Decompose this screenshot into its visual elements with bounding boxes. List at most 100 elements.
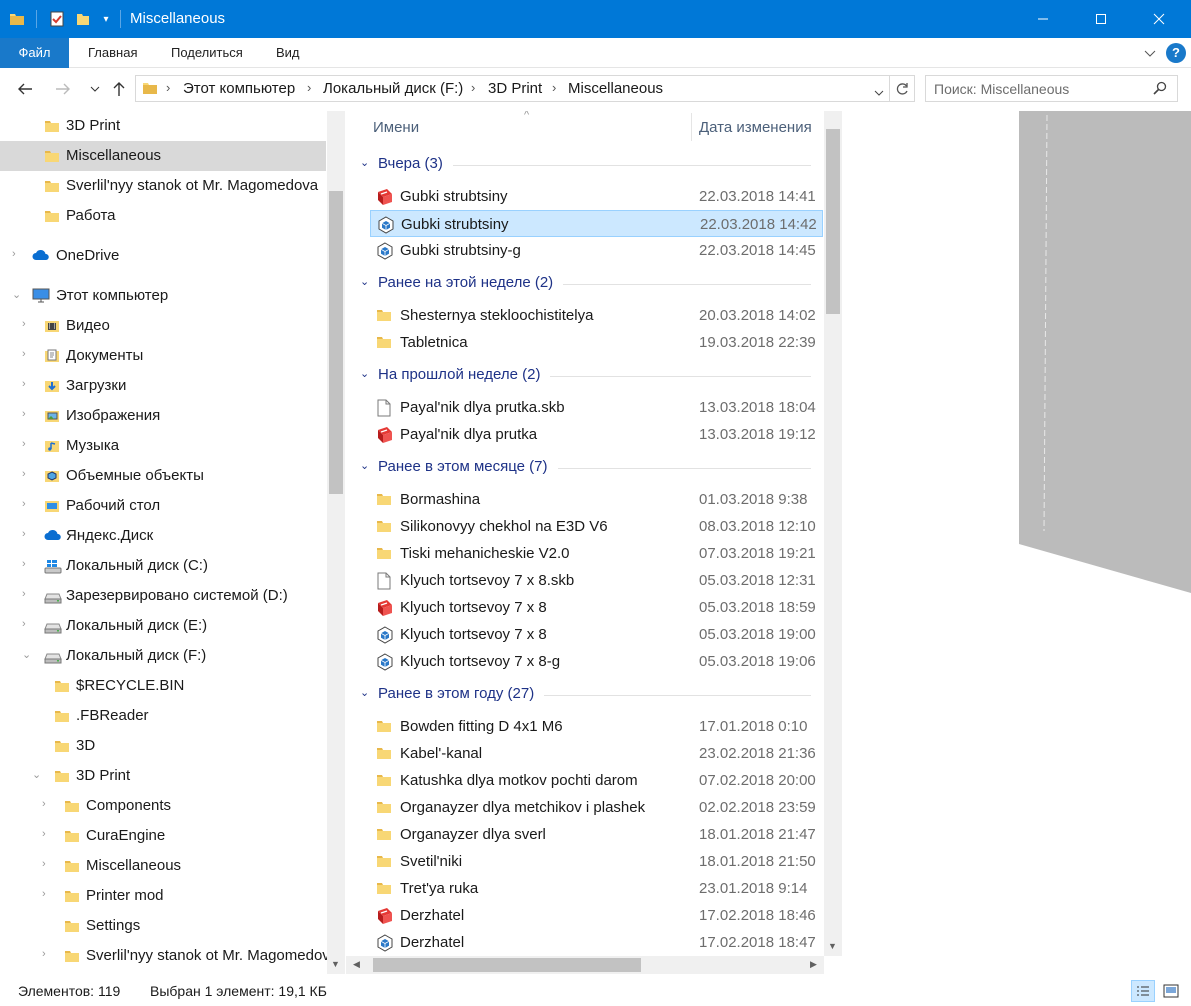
file-row[interactable]: Svetil'niki 18.01.2018 21:50 [370, 848, 823, 875]
nav-item[interactable]: › Miscellaneous [0, 851, 326, 881]
file-row[interactable]: Organayzer dlya metchikov i plashek 02.02… [370, 794, 823, 821]
breadcrumb-miscellaneous[interactable]: Miscellaneous [568, 80, 663, 97]
nav-item[interactable]: ⌄ Локальный диск (F:) [0, 641, 326, 671]
file-row[interactable]: Gubki strubtsiny 22.03.2018 14:42 [370, 210, 823, 237]
scroll-down-icon[interactable]: ▼ [824, 937, 841, 954]
file-row[interactable]: Gubki strubtsiny-g 22.03.2018 14:45 [370, 237, 823, 264]
nav-item[interactable]: › Локальный диск (C:) [0, 551, 326, 581]
group-header[interactable]: ⌄ На прошлой неделе (2) [346, 364, 816, 388]
nav-item[interactable]: ⌄ Этот компьютер [0, 281, 326, 311]
file-row[interactable]: Tret'ya ruka 23.01.2018 9:14 [370, 875, 823, 902]
tab-home[interactable]: Главная [88, 38, 137, 68]
file-row[interactable]: Bormashina 01.03.2018 9:38 [370, 486, 823, 513]
nav-item[interactable]: › Sverlil'nyy stanok ot Mr. Magomedov [0, 941, 330, 971]
column-divider[interactable] [691, 113, 692, 141]
breadcrumb-chevron-icon[interactable]: › [307, 80, 311, 95]
recent-locations-icon[interactable] [84, 78, 106, 100]
file-list-vertical-scrollbar[interactable]: ▼ [824, 111, 842, 956]
tab-file[interactable]: Файл [0, 38, 69, 68]
scroll-right-icon[interactable]: ▶ [805, 956, 822, 973]
nav-item[interactable]: $RECYCLE.BIN [0, 671, 326, 701]
close-button[interactable] [1136, 0, 1182, 38]
expand-ribbon-icon[interactable] [1144, 38, 1156, 68]
group-header[interactable]: ⌄ Ранее в этом году (27) [346, 683, 816, 707]
breadcrumb-this-pc[interactable]: Этот компьютер [183, 80, 295, 97]
maximize-button[interactable] [1078, 0, 1124, 38]
nav-item[interactable]: .FBReader [0, 701, 326, 731]
nav-item[interactable]: › Зарезервировано системой (D:) [0, 581, 326, 611]
file-row[interactable]: Kabel'-kanal 23.02.2018 21:36 [370, 740, 823, 767]
chevron-right-icon[interactable]: › [22, 498, 34, 512]
group-header[interactable]: ⌄ Ранее на этой неделе (2) [346, 272, 816, 296]
nav-item[interactable]: › Изображения [0, 401, 326, 431]
nav-item[interactable]: ⌄ 3D Print [0, 761, 326, 791]
chevron-down-icon[interactable]: ⌄ [360, 686, 369, 699]
back-arrow-icon[interactable] [14, 78, 36, 100]
nav-item[interactable]: 3D Print [0, 111, 326, 141]
file-row[interactable]: Shesternya stekloochistitelya 20.03.2018 … [370, 302, 823, 329]
file-row[interactable]: Tiski mehanicheskie V2.0 07.03.2018 19:21 [370, 540, 823, 567]
search-icon[interactable] [1153, 81, 1167, 98]
breadcrumb-chevron-icon[interactable]: › [166, 80, 170, 95]
nav-item[interactable]: Работа [0, 201, 326, 231]
chevron-right-icon[interactable]: › [22, 318, 34, 332]
address-bar[interactable]: › Этот компьютер › Локальный диск (F:) ›… [135, 75, 890, 102]
column-header-date[interactable]: Дата изменения [699, 119, 812, 136]
nav-item[interactable]: › Printer mod [0, 881, 326, 911]
nav-scrollbar-thumb[interactable] [329, 191, 343, 494]
nav-item[interactable]: › Рабочий стол [0, 491, 326, 521]
file-row[interactable]: Klyuch tortsevoy 7 x 8.skb 05.03.2018 12:… [370, 567, 823, 594]
chevron-right-icon[interactable]: › [22, 588, 34, 602]
chevron-right-icon[interactable]: › [42, 948, 54, 962]
chevron-right-icon[interactable]: › [22, 618, 34, 632]
chevron-right-icon[interactable]: › [22, 528, 34, 542]
chevron-down-icon[interactable]: ⌄ [360, 459, 369, 472]
nav-scrollbar[interactable]: ▼ [327, 111, 345, 974]
nav-item[interactable]: Sverlil'nyy stanok ot Mr. Magomedova [0, 171, 326, 201]
help-icon[interactable]: ? [1166, 43, 1186, 63]
group-header[interactable]: ⌄ Вчера (3) [346, 153, 816, 177]
file-row[interactable]: Klyuch tortsevoy 7 x 8-g 05.03.2018 19:06 [370, 648, 823, 675]
file-row[interactable]: Tabletnica 19.03.2018 22:39 [370, 329, 823, 356]
tab-view[interactable]: Вид [276, 38, 300, 68]
scroll-down-icon[interactable]: ▼ [327, 955, 344, 972]
file-row[interactable]: Derzhatel 17.02.2018 18:47 [370, 929, 823, 956]
nav-item[interactable]: › OneDrive [0, 241, 326, 271]
horizontal-scrollbar-thumb[interactable] [373, 958, 641, 972]
scroll-left-icon[interactable]: ◀ [348, 956, 365, 973]
properties-icon[interactable] [48, 9, 66, 29]
forward-arrow-icon[interactable] [52, 78, 74, 100]
column-header-name[interactable]: Имени [373, 119, 419, 136]
breadcrumb-drive-f[interactable]: Локальный диск (F:) [323, 80, 463, 97]
chevron-right-icon[interactable]: › [22, 468, 34, 482]
file-row[interactable]: Payal'nik dlya prutka 13.03.2018 19:12 [370, 421, 823, 448]
nav-item[interactable]: › Яндекс.Диск [0, 521, 326, 551]
breadcrumb-chevron-icon[interactable]: › [471, 80, 475, 95]
nav-item[interactable]: › Загрузки [0, 371, 326, 401]
chevron-down-icon[interactable]: ⌄ [360, 367, 369, 380]
nav-item[interactable]: Miscellaneous [0, 141, 326, 171]
nav-item[interactable]: › Документы [0, 341, 326, 371]
breadcrumb-3d-print[interactable]: 3D Print [488, 80, 542, 97]
chevron-right-icon[interactable]: › [42, 858, 54, 872]
chevron-down-icon[interactable]: ⌄ [360, 156, 369, 169]
group-header[interactable]: ⌄ Ранее в этом месяце (7) [346, 456, 816, 480]
breadcrumb-chevron-icon[interactable]: › [552, 80, 556, 95]
new-folder-icon[interactable] [74, 9, 92, 29]
address-dropdown-icon[interactable] [874, 84, 884, 100]
chevron-down-icon[interactable]: ⌄ [32, 768, 44, 782]
details-view-button[interactable] [1131, 980, 1155, 1002]
file-row[interactable]: Klyuch tortsevoy 7 x 8 05.03.2018 18:59 [370, 594, 823, 621]
chevron-down-icon[interactable]: ⌄ [22, 648, 34, 662]
file-list-horizontal-scrollbar[interactable]: ◀ ▶ [346, 956, 824, 974]
chevron-right-icon[interactable]: › [42, 888, 54, 902]
file-row[interactable]: Payal'nik dlya prutka.skb 13.03.2018 18:0… [370, 394, 823, 421]
file-row[interactable]: Silikonovyy chekhol na E3D V6 08.03.2018 … [370, 513, 823, 540]
chevron-right-icon[interactable]: › [22, 348, 34, 362]
refresh-icon[interactable] [890, 75, 915, 102]
large-icons-view-button[interactable] [1159, 980, 1183, 1002]
chevron-right-icon[interactable]: › [22, 558, 34, 572]
up-arrow-icon[interactable] [108, 78, 130, 100]
nav-item[interactable]: › Локальный диск (E:) [0, 611, 326, 641]
nav-item[interactable]: 3D [0, 731, 326, 761]
